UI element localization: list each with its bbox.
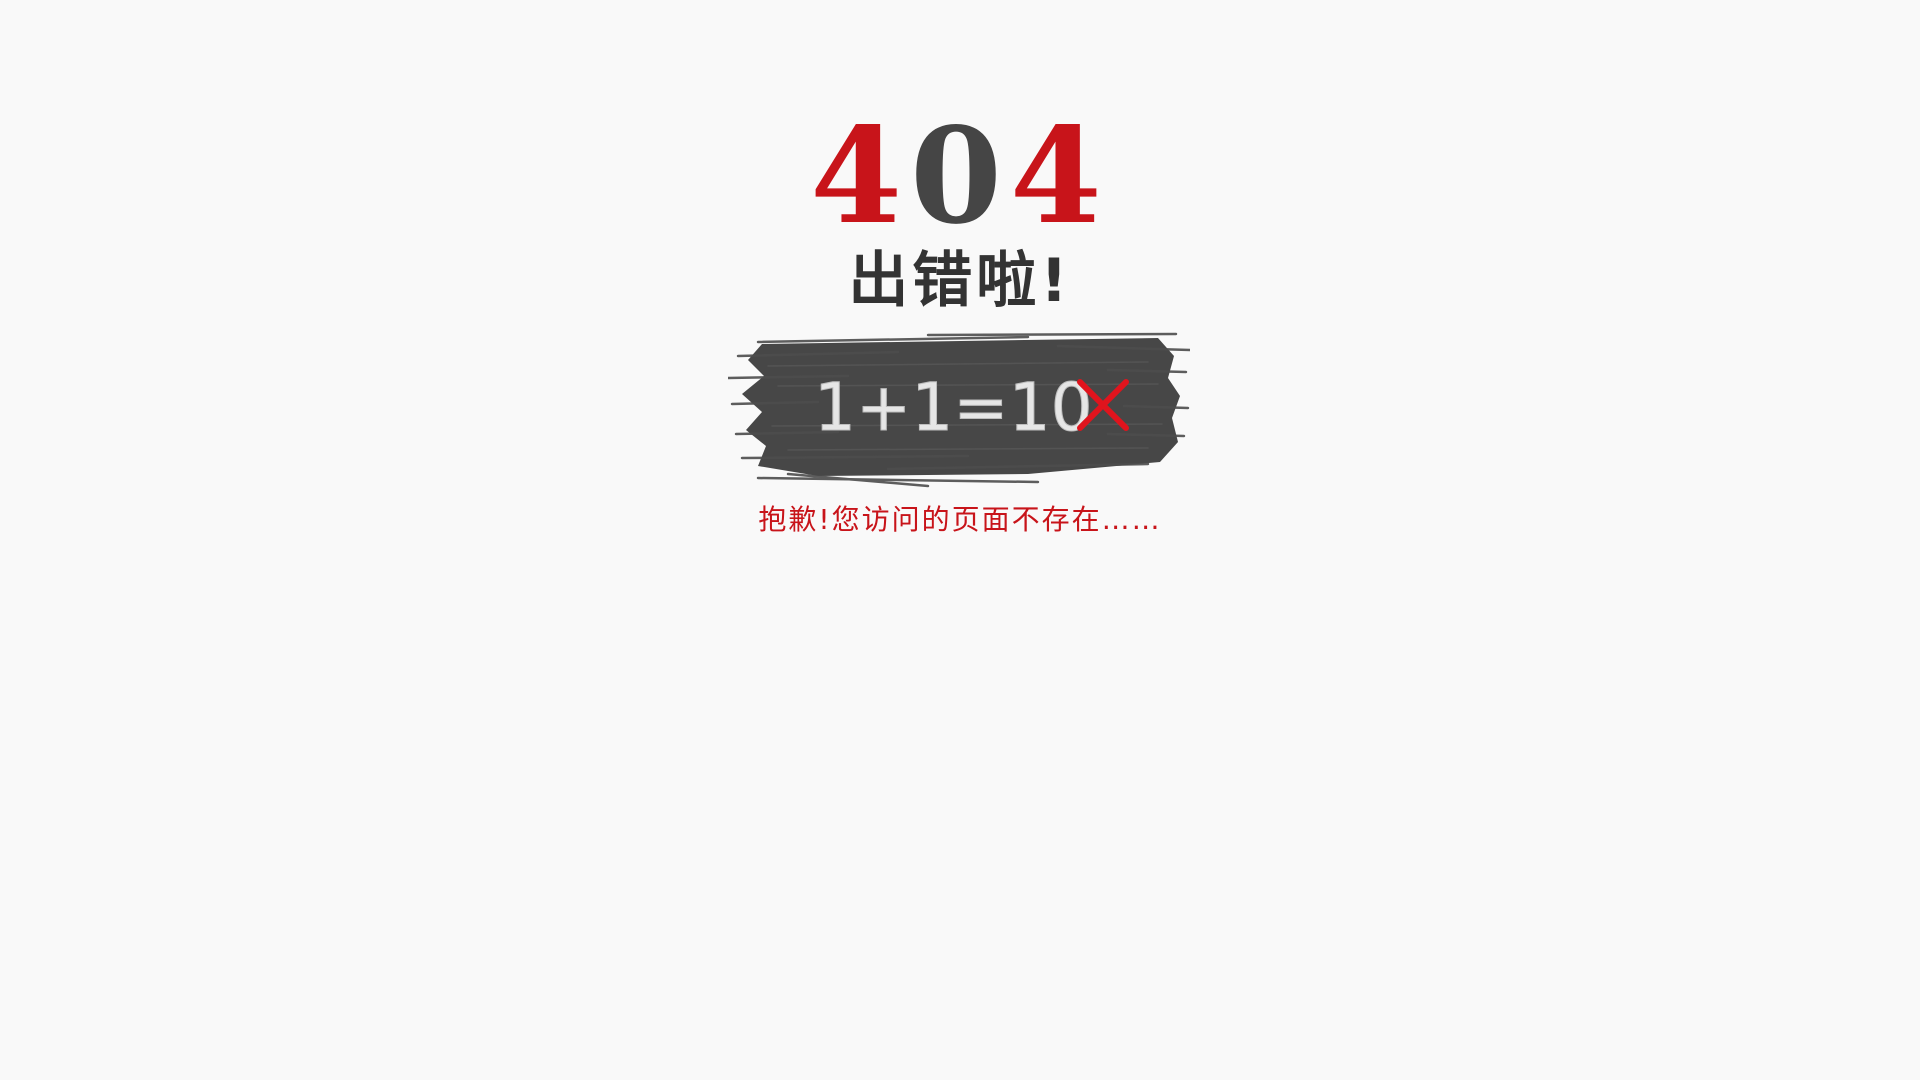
error-page: 404 出错啦! 1+1=10 抱歉!您访问的页面不存在…… [0,0,1920,1080]
chalkboard-illustration: 1+1=10 [728,326,1190,488]
error-title: 出错啦! [848,246,1072,316]
brush-stroke-board: 1+1=10 [728,332,1190,488]
error-code: 404 [0,99,1920,254]
not-found-message: 抱歉!您访问的页面不存在…… [758,503,1162,536]
error-code-digit-1: 4 [810,99,911,254]
error-code-digit-2: 0 [910,99,1010,254]
chalk-equation: 1+1=10 [814,369,1093,446]
error-code-digit-3: 4 [1009,99,1110,254]
